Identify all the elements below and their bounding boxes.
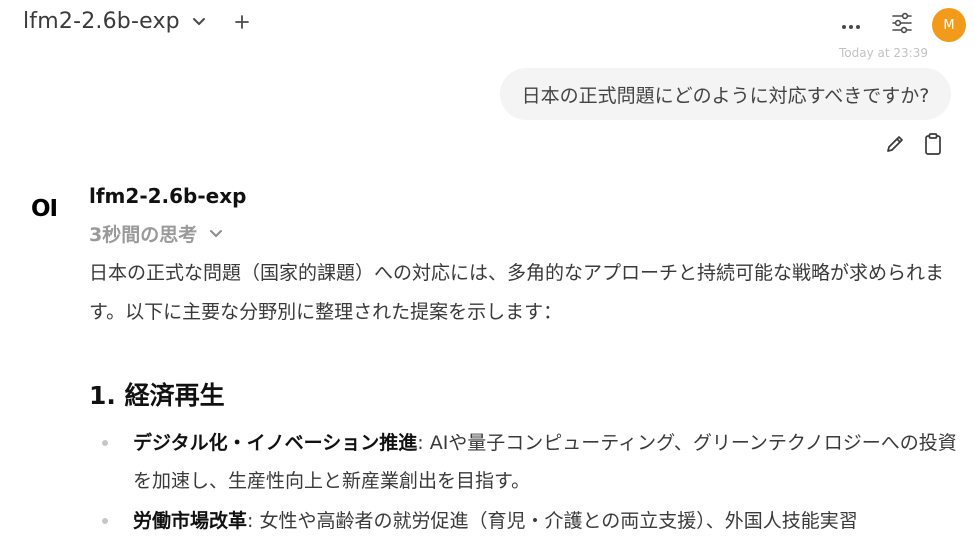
pencil-icon xyxy=(884,133,906,159)
assistant-logo: OI xyxy=(31,196,58,222)
avatar[interactable]: M xyxy=(932,8,966,42)
bullet-text: : 女性や高齢者の就労促進（育児・介護との両立支援）、外国人技能実習 xyxy=(247,510,858,532)
thinking-toggle[interactable]: 3秒間の思考 xyxy=(89,220,223,247)
sliders-icon xyxy=(891,12,913,38)
bullet-list: デジタル化・イノベーション推進: AIや量子コンピューティング、グリーンテクノロ… xyxy=(89,424,959,542)
list-item: デジタル化・イノベーション推進: AIや量子コンピューティング、グリーンテクノロ… xyxy=(89,424,959,500)
top-bar: lfm2-2.6b-exp M xyxy=(0,0,975,50)
user-message-text: 日本の正式問題にどのように対応すべきですか? xyxy=(521,84,930,107)
bullet-dot xyxy=(102,518,108,524)
chat-page: lfm2-2.6b-exp M Today at 23:39 日本の正式問題にど… xyxy=(0,0,975,548)
plus-icon xyxy=(235,14,249,33)
user-message-actions xyxy=(882,133,946,159)
assistant-intro-text: 日本の正式な問題（国家的課題）への対応には、多角的なアプローチと持続可能な戦略が… xyxy=(89,262,945,323)
more-options-button[interactable] xyxy=(838,13,864,35)
bullet-dot xyxy=(102,440,108,446)
bullet-term: 労働市場改革 xyxy=(133,510,248,532)
message-timestamp: Today at 23:39 xyxy=(839,46,928,60)
new-chat-button[interactable] xyxy=(232,12,252,34)
clipboard-icon xyxy=(923,132,943,160)
thinking-label: 3秒間の思考 xyxy=(89,224,198,246)
model-selector[interactable]: lfm2-2.6b-exp xyxy=(23,9,206,34)
user-message-bubble: 日本の正式問題にどのように対応すべきですか? xyxy=(500,68,951,120)
list-item: 労働市場改革: 女性や高齢者の就労促進（育児・介護との両立支援）、外国人技能実習 xyxy=(89,502,959,540)
controls-button[interactable] xyxy=(889,12,915,38)
model-name: lfm2-2.6b-exp xyxy=(23,9,180,34)
ellipsis-icon xyxy=(840,15,862,34)
copy-message-button[interactable] xyxy=(920,133,946,159)
edit-message-button[interactable] xyxy=(882,133,908,159)
chevron-down-icon xyxy=(192,17,206,27)
bullet-term: デジタル化・イノベーション推進 xyxy=(133,432,418,454)
section-heading: 1. 経済再生 xyxy=(89,381,225,410)
assistant-name: lfm2-2.6b-exp xyxy=(89,184,247,208)
chevron-down-icon xyxy=(209,229,223,239)
